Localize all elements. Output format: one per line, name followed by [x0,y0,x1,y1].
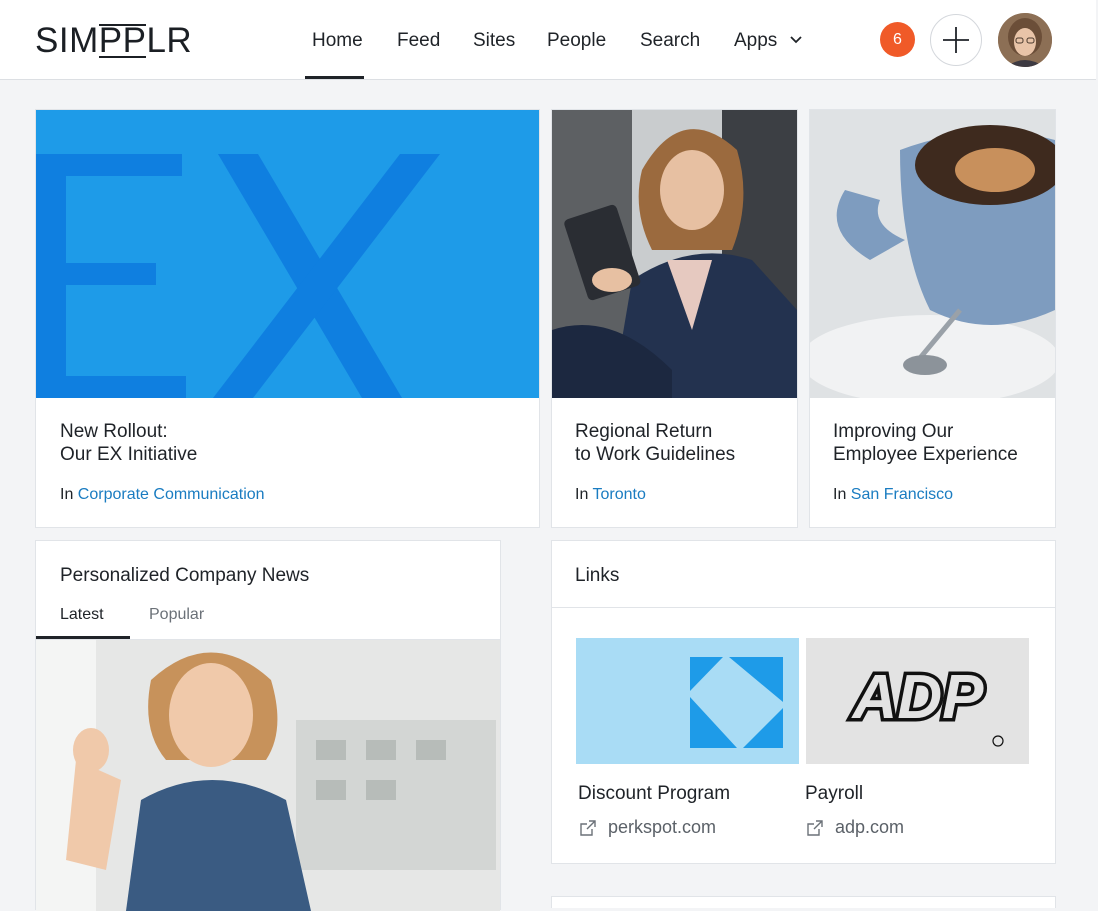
nav-apps[interactable]: Apps [734,30,777,52]
featured-site-meta: In San Francisco [833,486,953,504]
link-title[interactable]: Discount Program [578,783,730,805]
widget-title: Personalized Company News [60,565,310,586]
add-button[interactable] [930,14,982,66]
external-link-icon [807,820,823,836]
site-prefix: In [60,486,74,503]
featured-card-employee-experience[interactable]: Improving Our Employee Experience In San… [809,109,1056,528]
featured-title-line: to Work Guidelines [575,444,736,465]
external-link-icon [580,820,596,836]
user-photo [998,13,1052,67]
widget-title: Links [575,565,620,586]
site-prefix: In [833,486,847,503]
nav-feed[interactable]: Feed [397,30,440,52]
featured-card-ex-initiative[interactable]: New Rollout: Our EX Initiative In Corpor… [35,109,540,528]
nav-home[interactable]: Home [312,30,363,52]
adp-logo-fill: ADP [851,663,985,732]
perkspot-logo-tile[interactable] [576,638,799,764]
tab-latest[interactable]: Latest [60,606,104,624]
logo-text-end: LR [146,21,193,60]
featured-title[interactable]: Improving Our Employee Experience [833,420,1018,466]
woman-with-tablet-photo [552,110,797,398]
featured-title-line: Regional Return [575,421,713,442]
link-title[interactable]: Payroll [805,783,863,805]
simpplr-logo[interactable]: SIMPPLR [35,22,192,60]
top-navigation-bar: SIMPPLR Home Feed Sites People Search Ap… [0,0,1096,80]
coffee-cup-image [810,110,1055,398]
site-link[interactable]: San Francisco [851,486,953,503]
site-link[interactable]: Toronto [593,486,646,503]
site-prefix: In [575,486,589,503]
nav-sites[interactable]: Sites [473,30,515,52]
tab-popular[interactable]: Popular [149,606,204,624]
active-nav-indicator [305,76,364,79]
company-news-widget: Personalized Company News Latest Popular [35,540,501,911]
next-widget [551,896,1056,908]
coffee-cup-photo [810,110,1055,398]
featured-title[interactable]: Regional Return to Work Guidelines [575,420,735,466]
plus-icon [943,27,969,53]
user-avatar[interactable] [998,13,1052,67]
perkspot-logo [690,657,783,748]
link-url[interactable]: adp.com [835,817,904,838]
featured-site-meta: In Toronto [575,486,646,504]
featured-title-line: Our EX Initiative [60,444,198,465]
smiling-woman-photo [36,640,500,911]
woman-tablet-image [552,110,797,398]
adp-logo-tile[interactable]: ADP ADP [806,638,1029,764]
featured-title[interactable]: New Rollout: Our EX Initiative [60,420,197,466]
featured-title-line: New Rollout: [60,421,168,442]
ex-initiative-image [36,110,539,398]
logo-text-start: SIM [35,21,99,60]
chevron-down-icon[interactable] [789,35,803,45]
logo-text-middle: PP [98,21,147,60]
links-divider [552,607,1055,608]
adp-logo: ADP ADP [847,660,1004,747]
links-widget: Links Discount Program perkspot.com ADP … [551,540,1056,864]
featured-card-return-to-work[interactable]: Regional Return to Work Guidelines In To… [551,109,798,528]
nav-people[interactable]: People [547,30,606,52]
featured-site-meta: In Corporate Communication [60,486,265,504]
featured-title-line: Improving Our [833,421,954,442]
news-article-image[interactable] [36,640,500,911]
notification-badge[interactable]: 6 [880,22,915,57]
featured-title-line: Employee Experience [833,444,1018,465]
nav-search[interactable]: Search [640,30,700,52]
link-url[interactable]: perkspot.com [608,817,716,838]
ex-graphic [36,110,539,398]
site-link[interactable]: Corporate Communication [78,486,265,503]
